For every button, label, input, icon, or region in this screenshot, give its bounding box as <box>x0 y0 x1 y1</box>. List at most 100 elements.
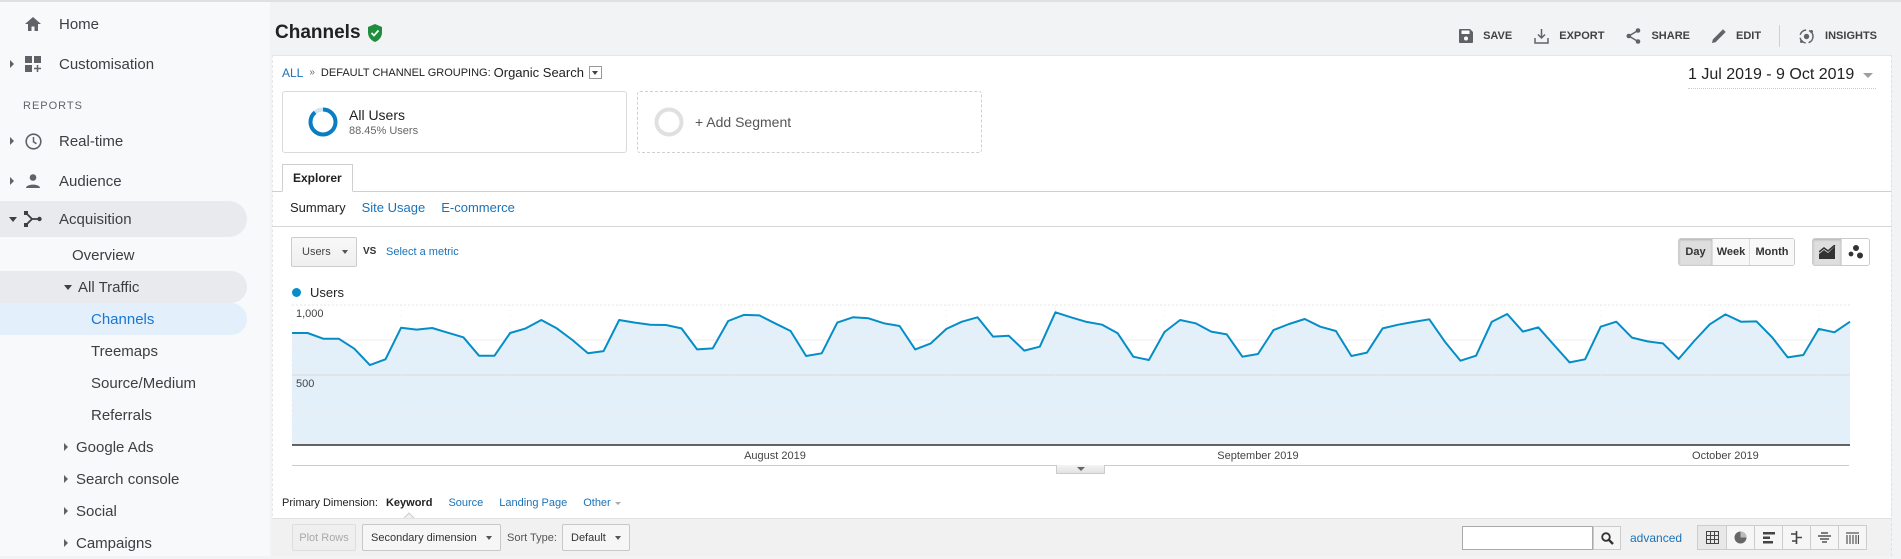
explorer-subtabs: Summary Site Usage E-commerce <box>290 200 531 215</box>
dimension-keyword[interactable]: Keyword <box>386 497 432 509</box>
granularity-month-button[interactable]: Month <box>1749 239 1794 265</box>
line-chart-icon <box>1818 245 1835 259</box>
segment-title: All Users <box>349 107 406 123</box>
sidebar-item-source-medium[interactable]: Source/Medium <box>91 367 196 399</box>
primary-dimension-label: Primary Dimension: <box>282 497 378 509</box>
expand-caret-icon[interactable] <box>64 475 68 483</box>
dimension-other-label: Other <box>583 497 611 509</box>
collapse-caret-icon[interactable] <box>9 216 17 222</box>
subtab-site-usage[interactable]: Site Usage <box>362 200 426 215</box>
metric-dropdown[interactable]: Users <box>291 237 357 267</box>
secondary-dimension-dropdown[interactable]: Secondary dimension <box>362 524 501 551</box>
chart-legend: Users <box>292 285 344 300</box>
sidebar-item-label: Customisation <box>59 55 155 73</box>
share-button[interactable]: SHARE <box>1626 28 1690 44</box>
expand-caret-icon[interactable] <box>64 443 68 451</box>
line-chart-button[interactable] <box>1813 239 1841 265</box>
data-table-view-button[interactable] <box>1698 526 1726 549</box>
page-title-text: Channels <box>275 22 361 43</box>
sidebar-item-referrals[interactable]: Referrals <box>91 399 152 431</box>
insights-icon <box>1799 28 1814 44</box>
chevron-down-icon <box>614 535 621 540</box>
granularity-day-button[interactable]: Day <box>1679 239 1712 265</box>
segment-ring-icon <box>308 107 338 137</box>
table-search-input[interactable] <box>1462 526 1593 550</box>
breadcrumb-dropdown-button[interactable] <box>588 66 602 79</box>
sidebar-item-label: Channels <box>91 310 155 328</box>
sidebar-item-campaigns[interactable]: Campaigns <box>64 527 152 559</box>
breadcrumb-all-link[interactable]: ALL <box>282 66 303 80</box>
collapse-caret-icon[interactable] <box>64 284 72 290</box>
expand-caret-icon[interactable] <box>10 60 14 68</box>
sidebar-item-all-traffic[interactable]: All Traffic <box>64 271 139 303</box>
sidebar: Home Customisation REPORTS Real-time Aud… <box>0 2 270 556</box>
sidebar-item-label: Referrals <box>91 406 152 424</box>
panel-right-gutter <box>1891 55 1901 556</box>
sidebar-item-social[interactable]: Social <box>64 495 117 527</box>
sidebar-item-treemaps[interactable]: Treemaps <box>91 335 158 367</box>
verified-shield-icon <box>367 24 382 42</box>
expand-caret-icon[interactable] <box>64 507 68 515</box>
sidebar-item-label: Google Ads <box>76 438 154 456</box>
expand-caret-icon[interactable] <box>10 177 14 185</box>
granularity-week-button[interactable]: Week <box>1712 239 1749 265</box>
select-metric-link[interactable]: Select a metric <box>386 246 459 258</box>
sidebar-item-google-ads[interactable]: Google Ads <box>64 431 154 463</box>
sidebar-item-label: Overview <box>72 246 135 264</box>
acquisition-icon <box>24 210 42 228</box>
vs-label: VS <box>363 246 377 257</box>
sidebar-item-channels[interactable]: Channels <box>91 303 154 335</box>
add-segment-label: + Add Segment <box>695 114 792 130</box>
share-label: SHARE <box>1651 30 1690 42</box>
edit-button[interactable]: EDIT <box>1711 29 1761 43</box>
sidebar-item-search-console[interactable]: Search console <box>64 463 179 495</box>
subtab-summary[interactable]: Summary <box>290 200 346 215</box>
sort-type-value: Default <box>571 531 606 544</box>
expand-caret-icon[interactable] <box>10 137 14 145</box>
dashboard-plus-icon <box>24 55 42 73</box>
chart-collapse-handle[interactable] <box>1056 465 1105 474</box>
bubble-chart-icon <box>1848 245 1863 259</box>
home-icon <box>24 15 42 33</box>
breadcrumb-value: Organic Search <box>493 65 584 80</box>
expand-caret-icon[interactable] <box>64 539 68 547</box>
chevron-down-icon <box>485 535 492 540</box>
chevron-down-icon <box>1863 72 1874 78</box>
primary-dimension-bar: Primary Dimension: Keyword Source Landin… <box>282 497 621 509</box>
comparison-view-button[interactable] <box>1782 526 1810 549</box>
subtab-e-commerce[interactable]: E-commerce <box>441 200 515 215</box>
motion-chart-button[interactable] <box>1841 239 1869 265</box>
pivot-view-button[interactable] <box>1838 526 1866 549</box>
dimension-landing-page[interactable]: Landing Page <box>499 497 567 509</box>
person-icon <box>24 172 42 190</box>
dimension-other[interactable]: Other <box>583 497 621 509</box>
sidebar-item-label: Acquisition <box>59 210 132 228</box>
segment-all-users[interactable]: All Users 88.45% Users <box>282 91 627 153</box>
bar-list-icon <box>1762 531 1775 543</box>
search-icon <box>1600 531 1614 545</box>
segment-text: All Users 88.45% Users <box>349 107 418 137</box>
subtabs-divider <box>272 226 1891 227</box>
sort-type-dropdown[interactable]: Default <box>562 524 630 551</box>
save-label: SAVE <box>1483 30 1513 42</box>
export-button[interactable]: EXPORT <box>1534 28 1604 44</box>
performance-view-button[interactable] <box>1754 526 1782 549</box>
pie-view-button[interactable] <box>1726 526 1754 549</box>
tab-explorer[interactable]: Explorer <box>282 164 353 192</box>
insights-button[interactable]: INSIGHTS <box>1798 28 1877 45</box>
sidebar-item-overview[interactable]: Overview <box>72 239 135 271</box>
save-icon <box>1459 29 1474 43</box>
save-button[interactable]: SAVE <box>1459 29 1512 43</box>
share-icon <box>1626 28 1641 44</box>
term-cloud-view-button[interactable] <box>1810 526 1838 549</box>
sidebar-item-label: Home <box>59 15 100 33</box>
plot-rows-button[interactable]: Plot Rows <box>292 524 356 551</box>
report-actions: SAVE EXPORT SHARE EDIT INSIGHTS <box>1437 25 1877 47</box>
add-segment-button[interactable]: + Add Segment <box>637 91 982 153</box>
date-range-picker[interactable]: 1 Jul 2019 - 9 Oct 2019 <box>1688 66 1876 89</box>
breadcrumb: ALL » DEFAULT CHANNEL GROUPING: Organic … <box>282 65 602 80</box>
dimension-source[interactable]: Source <box>448 497 483 509</box>
advanced-filter-link[interactable]: advanced <box>1630 531 1682 545</box>
edit-icon <box>1711 29 1726 43</box>
table-search-button[interactable] <box>1593 526 1621 550</box>
